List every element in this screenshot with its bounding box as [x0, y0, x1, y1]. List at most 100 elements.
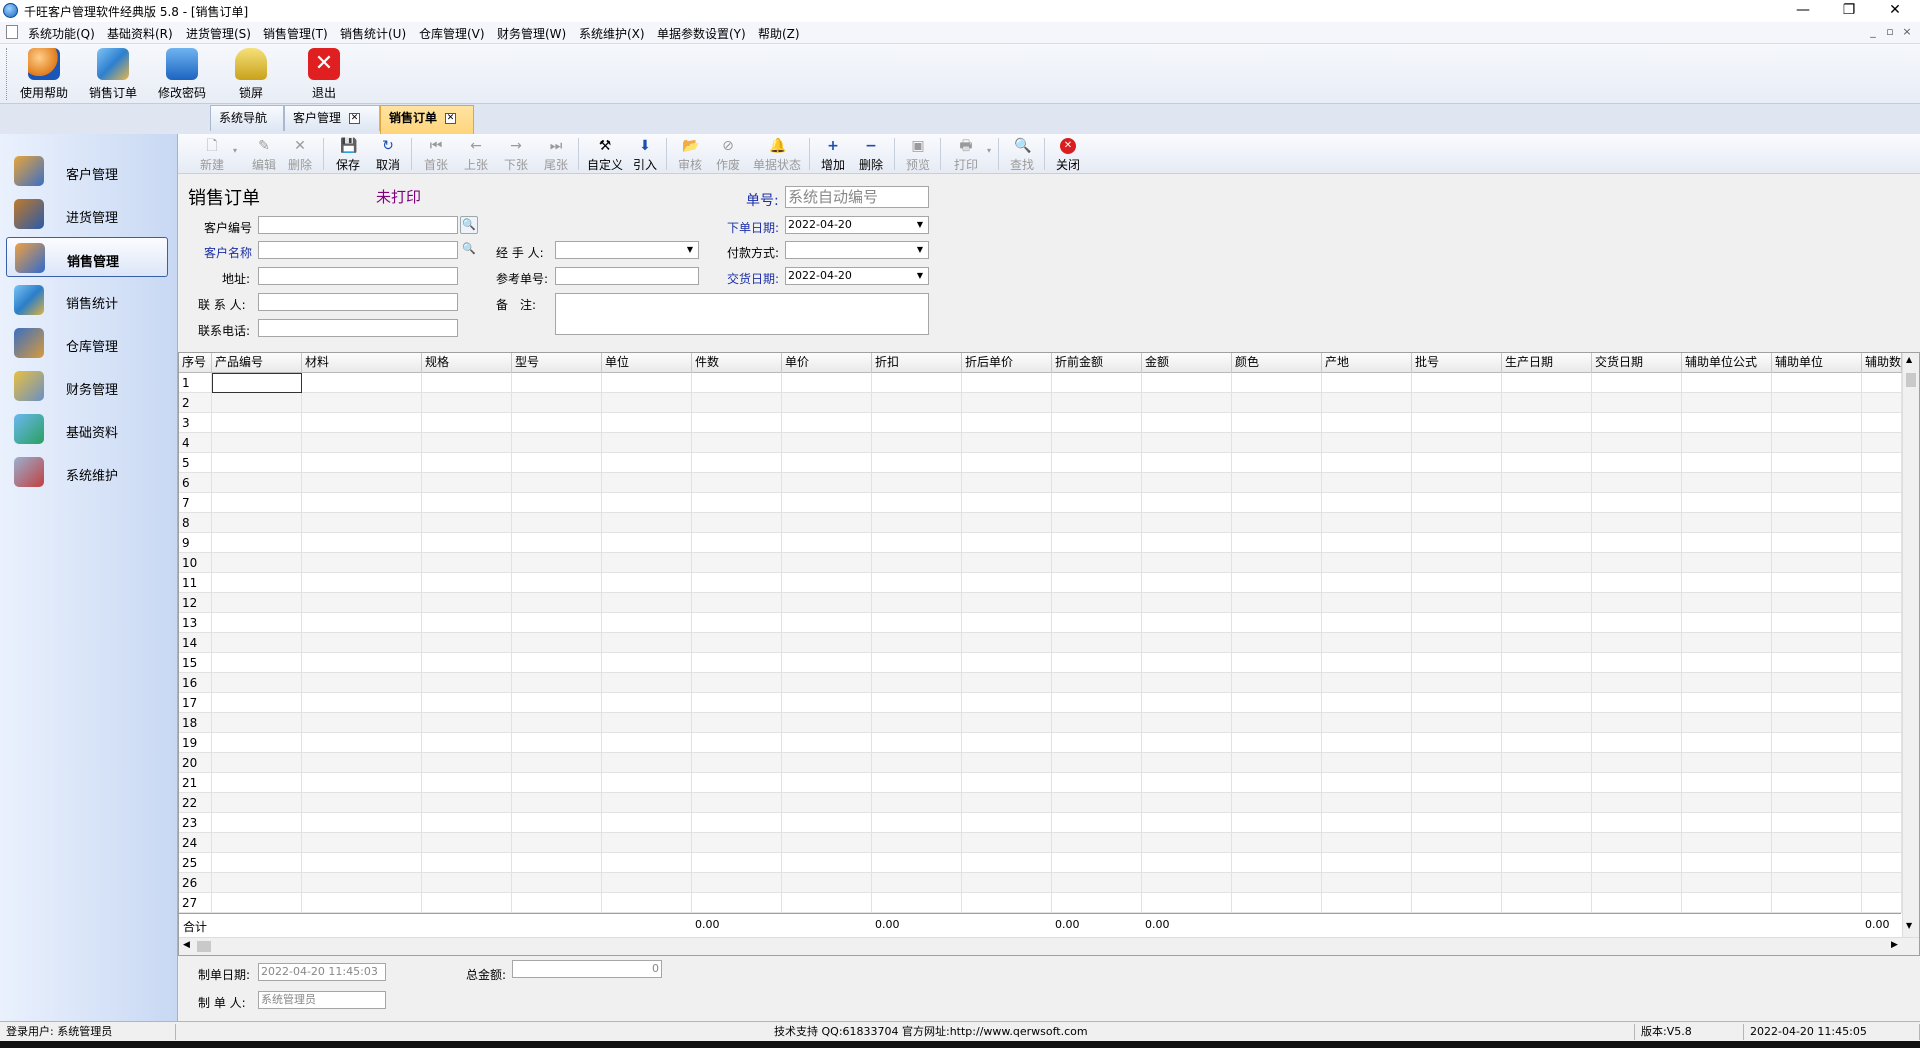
handler-select[interactable]: ▼ — [555, 241, 699, 259]
scroll-right-icon[interactable]: ▶ — [1891, 940, 1898, 950]
grid-cell[interactable] — [1052, 493, 1142, 513]
grid-cell[interactable] — [1232, 693, 1322, 713]
grid-cell[interactable] — [1412, 393, 1502, 413]
grid-cell[interactable] — [782, 633, 872, 653]
grid-cell[interactable] — [1232, 873, 1322, 893]
last-record-button[interactable]: ⏭ 尾张 — [538, 136, 574, 172]
grid-cell[interactable] — [1772, 573, 1862, 593]
grid-cell[interactable] — [1592, 513, 1682, 533]
grid-cell[interactable] — [602, 673, 692, 693]
table-row[interactable]: 8 — [179, 513, 1902, 533]
grid-cell[interactable] — [602, 613, 692, 633]
minimize-button[interactable]: — — [1780, 0, 1826, 22]
grid-cell[interactable] — [1412, 413, 1502, 433]
grid-cell[interactable] — [1772, 893, 1862, 913]
grid-cell[interactable] — [692, 673, 782, 693]
order-date-picker[interactable]: 2022-04-20 ▼ — [785, 216, 929, 234]
grid-cell[interactable] — [1772, 393, 1862, 413]
grid-cell[interactable] — [782, 493, 872, 513]
grid-cell[interactable] — [1682, 473, 1772, 493]
table-row[interactable]: 1 — [179, 373, 1902, 393]
grid-cell[interactable] — [1862, 453, 1902, 473]
grid-cell[interactable] — [1772, 853, 1862, 873]
grid-cell[interactable] — [512, 393, 602, 413]
grid-cell[interactable] — [1682, 813, 1772, 833]
grid-cell[interactable] — [872, 833, 962, 853]
grid-cell[interactable] — [872, 513, 962, 533]
grid-cell[interactable] — [302, 673, 422, 693]
grid-cell[interactable] — [422, 533, 512, 553]
menu-purchase[interactable]: 进货管理(S) — [186, 25, 251, 42]
customer-name-search-icon[interactable]: 🔍 — [460, 241, 478, 259]
grid-cell[interactable] — [602, 773, 692, 793]
nav-basic-data[interactable]: 基础资料 — [6, 409, 168, 449]
column-header[interactable]: 折扣 — [872, 353, 962, 373]
grid-cell[interactable] — [602, 833, 692, 853]
grid-cell[interactable] — [1232, 733, 1322, 753]
grid-cell[interactable] — [602, 853, 692, 873]
grid-cell[interactable] — [1142, 873, 1232, 893]
grid-cell[interactable] — [1322, 413, 1412, 433]
grid-cell[interactable] — [782, 573, 872, 593]
column-header[interactable]: 序号 — [179, 353, 212, 373]
grid-cell[interactable] — [1412, 713, 1502, 733]
print-button[interactable]: 🖶 打印 — [946, 136, 986, 172]
grid-cell[interactable] — [1232, 833, 1322, 853]
grid-cell[interactable] — [1322, 433, 1412, 453]
grid-cell[interactable] — [212, 453, 302, 473]
delete-doc-button[interactable]: ✕ 删除 — [282, 136, 318, 172]
grid-cell[interactable] — [872, 413, 962, 433]
grid-cell[interactable] — [782, 673, 872, 693]
grid-cell[interactable] — [1592, 633, 1682, 653]
grid-cell[interactable] — [1232, 893, 1322, 913]
column-header[interactable]: 型号 — [512, 353, 602, 373]
grid-cell[interactable] — [692, 413, 782, 433]
grid-cell[interactable] — [302, 493, 422, 513]
grid-cell[interactable] — [512, 453, 602, 473]
grid-cell[interactable] — [1502, 773, 1592, 793]
grid-cell[interactable] — [1862, 793, 1902, 813]
grid-cell[interactable] — [302, 373, 422, 393]
column-header[interactable]: 颜色 — [1232, 353, 1322, 373]
void-button[interactable]: ⊘ 作废 — [710, 136, 746, 172]
grid-cell[interactable] — [1232, 753, 1322, 773]
grid-cell[interactable] — [962, 653, 1052, 673]
grid-cell[interactable] — [1412, 473, 1502, 493]
grid-cell[interactable] — [1052, 553, 1142, 573]
grid-cell[interactable] — [1682, 773, 1772, 793]
grid-cell[interactable] — [1502, 413, 1592, 433]
grid-cell[interactable] — [422, 453, 512, 473]
grid-cell[interactable] — [212, 533, 302, 553]
grid-cell[interactable] — [1502, 693, 1592, 713]
grid-cell[interactable] — [1592, 753, 1682, 773]
order-no-field[interactable]: 系统自动编号 — [785, 186, 929, 208]
grid-cell[interactable] — [422, 593, 512, 613]
table-row[interactable]: 15 — [179, 653, 1902, 673]
grid-cell[interactable] — [1862, 653, 1902, 673]
grid-cell[interactable] — [692, 813, 782, 833]
grid-cell[interactable] — [1412, 613, 1502, 633]
grid-cell[interactable] — [422, 673, 512, 693]
grid-cell[interactable] — [302, 533, 422, 553]
grid-cell[interactable] — [212, 853, 302, 873]
grid-cell[interactable] — [1322, 813, 1412, 833]
grid-cell[interactable] — [1592, 453, 1682, 473]
vertical-scrollbar[interactable]: ▲ ▼ — [1902, 353, 1919, 937]
delete-row-button[interactable]: − 删除 — [854, 136, 888, 172]
grid-cell[interactable] — [1592, 493, 1682, 513]
grid-cell[interactable] — [692, 493, 782, 513]
grid-cell[interactable] — [512, 413, 602, 433]
grid-cell[interactable] — [1412, 813, 1502, 833]
grid-cell[interactable] — [1502, 573, 1592, 593]
mdi-minimize-button[interactable]: _ — [1866, 25, 1880, 39]
table-row[interactable]: 5 — [179, 453, 1902, 473]
grid-cell[interactable] — [962, 473, 1052, 493]
grid-cell[interactable] — [872, 453, 962, 473]
lock-screen-button[interactable]: 锁屏 — [220, 46, 282, 102]
grid-cell[interactable] — [872, 753, 962, 773]
grid-cell[interactable] — [602, 413, 692, 433]
grid-cell[interactable] — [1232, 493, 1322, 513]
grid-cell[interactable] — [1052, 513, 1142, 533]
grid-cell[interactable] — [1682, 493, 1772, 513]
grid-cell[interactable] — [1502, 633, 1592, 653]
